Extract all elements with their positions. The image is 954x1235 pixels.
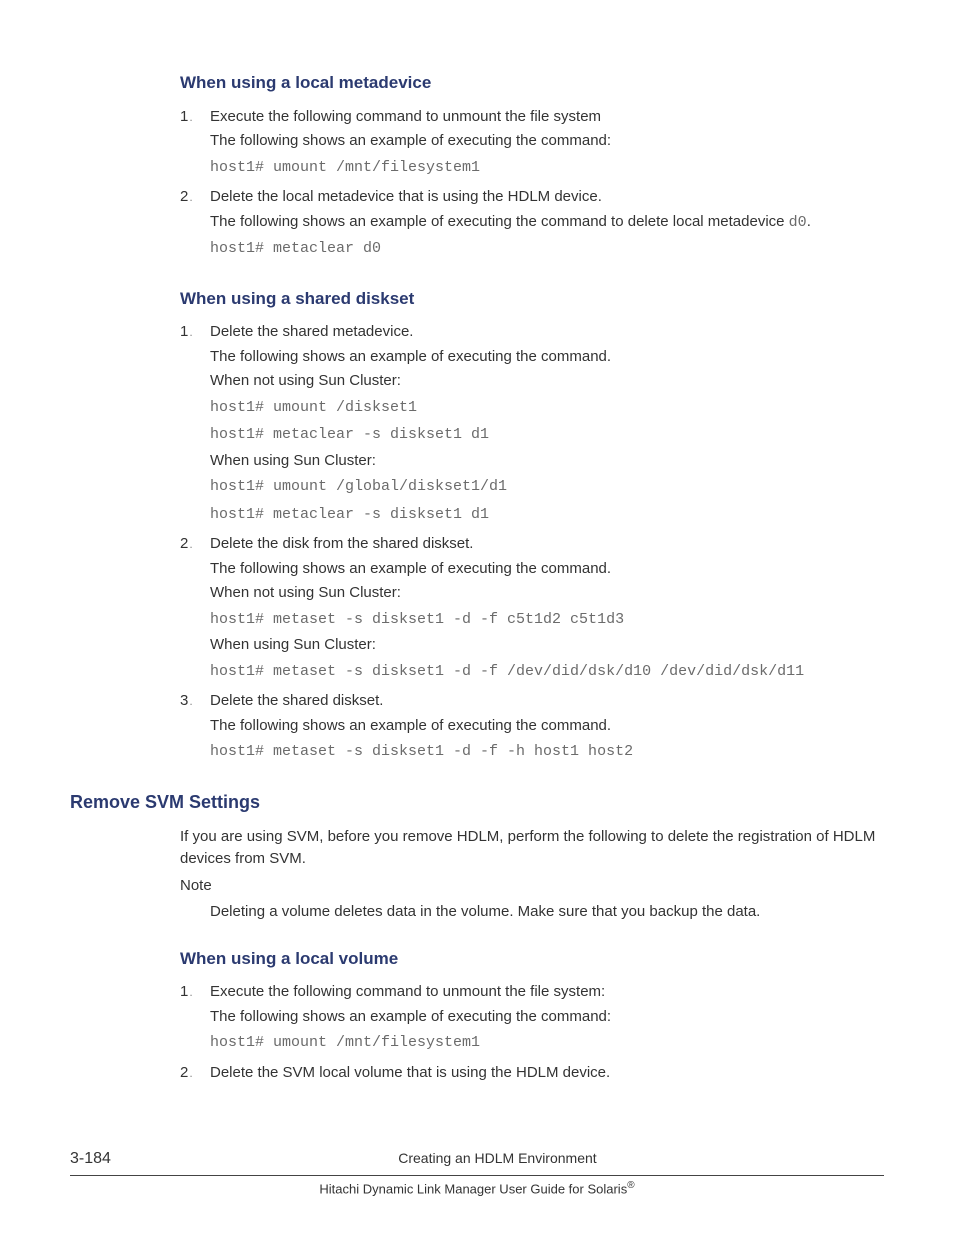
- command: host1# metaclear d0: [210, 236, 884, 262]
- text: Delete the local metadevice that is usin…: [210, 186, 884, 209]
- heading-local-metadevice: When using a local metadevice: [180, 70, 884, 96]
- text: Execute the following command to unmount…: [210, 981, 884, 1004]
- text: Execute the following command to unmount…: [210, 106, 884, 129]
- text: When using Sun Cluster:: [210, 450, 884, 473]
- command: host1# umount /diskset1: [210, 395, 884, 421]
- list-item: 1 Delete the shared metadevice. The foll…: [180, 321, 884, 529]
- command: host1# metaclear -s diskset1 d1: [210, 422, 884, 448]
- text: The following shows an example of execut…: [210, 130, 884, 153]
- note-body: Deleting a volume deletes data in the vo…: [210, 901, 884, 924]
- text: The following shows an example of execut…: [210, 211, 884, 235]
- command: host1# metaclear -s diskset1 d1: [210, 502, 884, 528]
- note-label: Note: [180, 875, 884, 898]
- text: Delete the disk from the shared diskset.: [210, 533, 884, 556]
- heading-local-volume: When using a local volume: [180, 946, 884, 972]
- list-item: 1 Execute the following command to unmou…: [180, 981, 884, 1058]
- list-local-volume: 1 Execute the following command to unmou…: [180, 981, 884, 1086]
- page-footer: 3-184 Creating an HDLM Environment Hitac…: [70, 1147, 884, 1199]
- step-body: Delete the local metadevice that is usin…: [210, 186, 884, 264]
- footer-top-row: 3-184 Creating an HDLM Environment: [70, 1147, 884, 1171]
- command: host1# metaset -s diskset1 -d -f -h host…: [210, 739, 884, 765]
- heading-remove-svm: Remove SVM Settings: [70, 789, 884, 816]
- list-item: 1 Execute the following command to unmou…: [180, 106, 884, 183]
- step-body: Delete the shared diskset. The following…: [210, 690, 884, 767]
- document-page: When using a local metadevice 1 Execute …: [0, 0, 954, 1235]
- paragraph: If you are using SVM, before you remove …: [180, 826, 884, 871]
- chapter-title: Creating an HDLM Environment: [111, 1148, 884, 1169]
- text: The following shows an example of execut…: [210, 1006, 884, 1029]
- list-item: 2 Delete the SVM local volume that is us…: [180, 1062, 884, 1087]
- step-body: Delete the SVM local volume that is usin…: [210, 1062, 884, 1087]
- main-content: When using a local metadevice 1 Execute …: [180, 70, 884, 1086]
- text: The following shows an example of execut…: [210, 715, 884, 738]
- text: The following shows an example of execut…: [210, 558, 884, 581]
- step-body: Delete the disk from the shared diskset.…: [210, 533, 884, 686]
- guide-title: Hitachi Dynamic Link Manager User Guide …: [70, 1178, 884, 1199]
- command: host1# metaset -s diskset1 -d -f /dev/di…: [210, 659, 884, 685]
- list-local-metadevice: 1 Execute the following command to unmou…: [180, 106, 884, 264]
- step-body: Execute the following command to unmount…: [210, 981, 884, 1058]
- step-number: 1: [180, 106, 210, 183]
- list-item: 3 Delete the shared diskset. The followi…: [180, 690, 884, 767]
- step-number: 1: [180, 981, 210, 1058]
- step-body: Delete the shared metadevice. The follow…: [210, 321, 884, 529]
- text: The following shows an example of execut…: [210, 346, 884, 369]
- step-number: 1: [180, 321, 210, 529]
- text: When not using Sun Cluster:: [210, 582, 884, 605]
- step-number: 2: [180, 533, 210, 686]
- page-number: 3-184: [70, 1147, 111, 1171]
- list-item: 2 Delete the local metadevice that is us…: [180, 186, 884, 264]
- text: Delete the shared diskset.: [210, 690, 884, 713]
- list-shared-diskset: 1 Delete the shared metadevice. The foll…: [180, 321, 884, 767]
- text: Delete the SVM local volume that is usin…: [210, 1062, 884, 1085]
- text: Delete the shared metadevice.: [210, 321, 884, 344]
- text: When not using Sun Cluster:: [210, 370, 884, 393]
- command: host1# umount /mnt/filesystem1: [210, 155, 884, 181]
- command: host1# umount /mnt/filesystem1: [210, 1030, 884, 1056]
- command: host1# umount /global/diskset1/d1: [210, 474, 884, 500]
- text: When using Sun Cluster:: [210, 634, 884, 657]
- step-body: Execute the following command to unmount…: [210, 106, 884, 183]
- command: host1# metaset -s diskset1 -d -f c5t1d2 …: [210, 607, 884, 633]
- step-number: 3: [180, 690, 210, 767]
- step-number: 2: [180, 1062, 210, 1087]
- list-item: 2 Delete the disk from the shared diskse…: [180, 533, 884, 686]
- heading-shared-diskset: When using a shared diskset: [180, 286, 884, 312]
- step-number: 2: [180, 186, 210, 264]
- footer-divider: [70, 1175, 884, 1176]
